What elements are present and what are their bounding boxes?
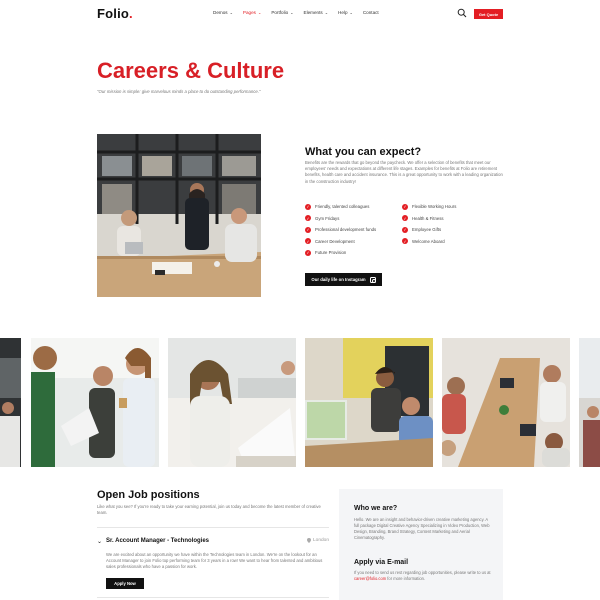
check-icon: ✓ bbox=[402, 203, 408, 210]
who-we-are-panel: Who we are? Hello. We are an insight and… bbox=[339, 489, 503, 600]
chevron-down-icon: ⌄ bbox=[229, 10, 233, 15]
benefit-item: ✓ Professional development funds bbox=[305, 226, 402, 233]
job-location-label: London bbox=[312, 538, 329, 543]
jobs-intro: Like what you see? If you're ready to ta… bbox=[97, 504, 321, 516]
page-subtitle: "Our mission is simple: give marvelous m… bbox=[97, 89, 261, 94]
gallery-photo-2[interactable] bbox=[31, 338, 159, 467]
benefit-item: ✓ Health & Fitness bbox=[402, 215, 499, 222]
benefit-item: ✓ Friendly, talented colleagues bbox=[305, 203, 402, 210]
page-title: Careers & Culture bbox=[97, 58, 285, 83]
logo-dot: . bbox=[129, 6, 133, 21]
gallery-photo-4[interactable] bbox=[305, 338, 433, 467]
expect-title: What you can expect? bbox=[305, 146, 422, 158]
benefit-label: Flexible Working Hours bbox=[412, 204, 457, 209]
benefit-label: Future Provision bbox=[315, 250, 347, 255]
nav-label: Portfolio bbox=[271, 10, 289, 15]
check-icon: ✓ bbox=[402, 226, 408, 233]
nav-label: Contact bbox=[362, 10, 379, 15]
nav-item-portfolio[interactable]: Portfolio ⌄ bbox=[271, 10, 293, 15]
chevron-down-icon: ⌄ bbox=[257, 10, 262, 15]
office-meeting-photo bbox=[97, 134, 261, 297]
who-title: Who we are? bbox=[354, 505, 398, 512]
benefit-label: Friendly, talented colleagues bbox=[315, 204, 370, 209]
nav-label: Help bbox=[338, 10, 348, 15]
gallery-photo-3[interactable] bbox=[168, 338, 296, 467]
site-logo[interactable]: Folio. bbox=[97, 6, 133, 21]
job-location: London bbox=[306, 538, 329, 543]
expect-description: Benefits are the rewards that go beyond … bbox=[305, 160, 503, 184]
benefits-list: ✓ Friendly, talented colleagues ✓ Flexible… bbox=[305, 203, 505, 256]
instagram-icon bbox=[369, 276, 376, 283]
benefit-item: ✓ Employee Gifts bbox=[402, 226, 499, 233]
apply-email-title: Apply via E-mail bbox=[354, 559, 409, 566]
search-icon[interactable] bbox=[457, 8, 467, 18]
nav-item-pages[interactable]: Pages ⌄ bbox=[243, 10, 261, 15]
benefit-label: Employee Gifts bbox=[412, 227, 442, 232]
chevron-down-icon: ⌄ bbox=[324, 10, 329, 15]
chevron-down-icon: ⌄ bbox=[349, 10, 353, 15]
benefit-label: Professional development funds bbox=[315, 227, 377, 232]
benefit-label: Health & Fitness bbox=[412, 215, 444, 221]
nav-item-contact[interactable]: Contact bbox=[363, 10, 379, 15]
benefit-item: ✓ Future Provision bbox=[305, 249, 402, 256]
gallery-photo-1[interactable] bbox=[0, 338, 21, 467]
main-nav: Demos ⌄ Pages ⌄ Portfolio ⌄ Elements ⌄ Help ⌄… bbox=[213, 10, 389, 15]
instagram-button-label: Our daily life on Instagram bbox=[311, 277, 366, 282]
job-accordion-header[interactable]: ⌄ Sr. Account Manager - Technologies Lon… bbox=[97, 537, 329, 547]
gallery-photo-6[interactable] bbox=[579, 338, 600, 467]
apply-email-text-end: for more information. bbox=[386, 576, 426, 581]
check-icon: ✓ bbox=[402, 215, 408, 221]
benefit-item: ✓ Career Development bbox=[305, 238, 402, 245]
chevron-down-icon: ⌄ bbox=[290, 10, 294, 15]
career-email-link[interactable]: career@folio.com bbox=[354, 576, 386, 581]
check-icon: ✓ bbox=[305, 238, 311, 244]
who-description: Hello. We are an insight and behavior-dr… bbox=[354, 517, 490, 540]
check-icon: ✓ bbox=[305, 203, 311, 210]
nav-item-elements[interactable]: Elements ⌄ bbox=[304, 10, 329, 15]
instagram-button[interactable]: Our daily life on Instagram bbox=[305, 273, 382, 286]
check-icon: ✓ bbox=[402, 238, 408, 244]
check-icon: ✓ bbox=[305, 249, 311, 256]
nav-label: Pages bbox=[242, 10, 256, 15]
site-header: Folio. Demos ⌄ Pages ⌄ Portfolio ⌄ Elements… bbox=[0, 0, 600, 30]
benefit-item: ✓ Welcome Aboard bbox=[402, 238, 499, 245]
get-quote-button[interactable]: Get Quote bbox=[474, 9, 503, 19]
benefit-item: ✓ Gym Fridays bbox=[305, 215, 402, 222]
benefit-label: Gym Fridays bbox=[315, 215, 340, 221]
chevron-down-icon: ⌄ bbox=[97, 539, 103, 545]
job-title: Sr. Account Manager - Technologies bbox=[106, 538, 210, 544]
nav-item-demos[interactable]: Demos ⌄ bbox=[213, 10, 233, 15]
culture-gallery bbox=[0, 338, 600, 467]
apply-email-text-start: If you need to send us rest regarding jo… bbox=[354, 570, 491, 575]
location-pin-icon bbox=[306, 538, 311, 543]
check-icon: ✓ bbox=[305, 226, 311, 233]
apply-now-button[interactable]: Apply Now bbox=[106, 578, 144, 589]
nav-label: Demos bbox=[213, 10, 228, 15]
apply-email-text: If you need to send us rest regarding jo… bbox=[354, 570, 494, 582]
jobs-title: Open Job positions bbox=[97, 489, 200, 501]
check-icon: ✓ bbox=[305, 215, 311, 221]
benefit-label: Career Development bbox=[315, 238, 355, 244]
nav-item-help[interactable]: Help ⌄ bbox=[338, 10, 353, 15]
benefit-label: Welcome Aboard bbox=[412, 238, 445, 244]
divider bbox=[97, 527, 329, 528]
nav-label: Elements bbox=[303, 10, 323, 15]
job-description: We are excited about an opportunity we h… bbox=[106, 552, 323, 570]
benefit-item: ✓ Flexible Working Hours bbox=[402, 203, 499, 210]
logo-text: Folio bbox=[97, 6, 130, 21]
gallery-photo-5[interactable] bbox=[442, 338, 570, 467]
divider bbox=[97, 597, 329, 598]
